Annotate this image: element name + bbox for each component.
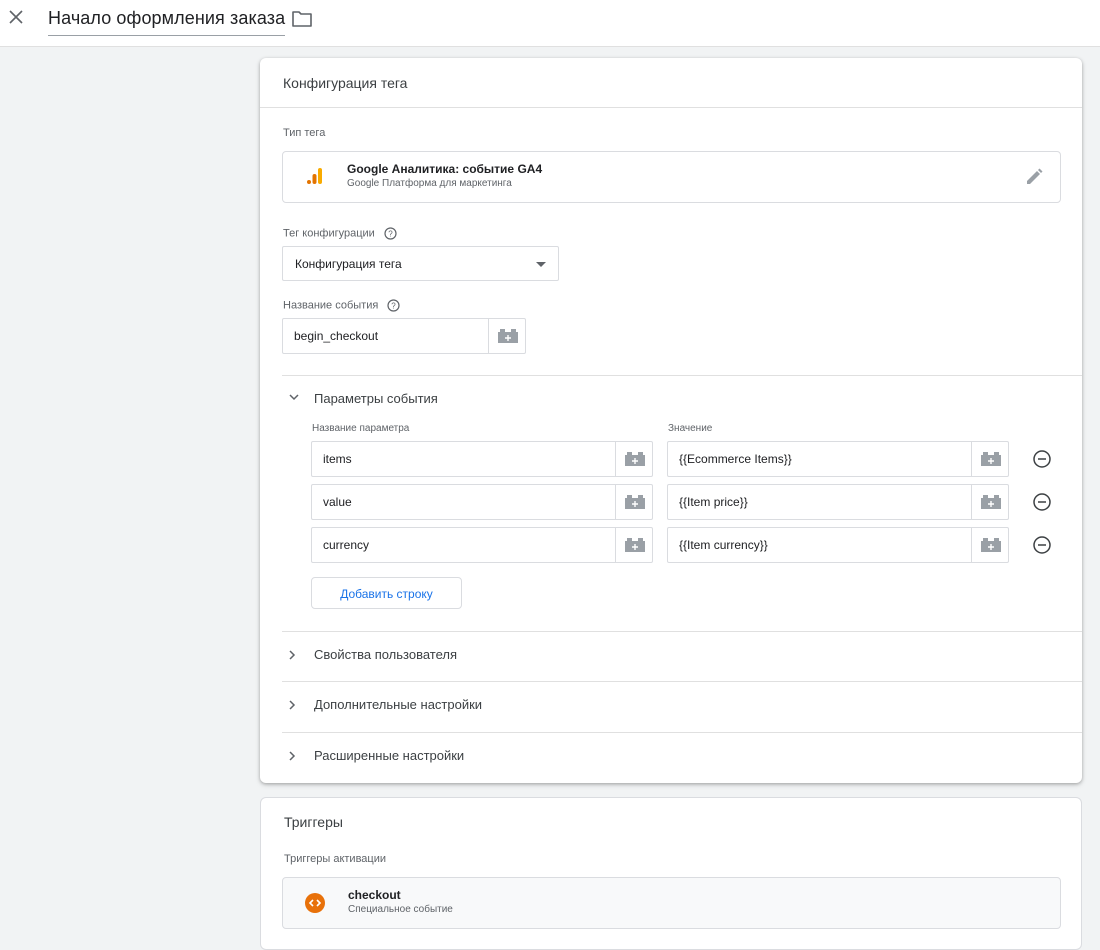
variable-block-icon[interactable]: [971, 528, 1008, 562]
minus-circle-icon[interactable]: [1033, 536, 1051, 554]
variable-block-icon[interactable]: [615, 485, 652, 519]
config-tag-select-value: Конфигурация тега: [295, 257, 402, 271]
trigger-type: Специальное событие: [348, 904, 453, 915]
param-name-value: value: [323, 495, 352, 509]
help-circle-icon[interactable]: ?: [384, 227, 397, 240]
pencil-icon[interactable]: [1024, 167, 1044, 187]
variable-block-icon[interactable]: [615, 442, 652, 476]
divider: [282, 732, 1082, 733]
param-name-field[interactable]: currency: [311, 527, 653, 563]
param-name-field[interactable]: items: [311, 441, 653, 477]
chevron-right-icon: [289, 700, 296, 710]
custom-event-icon: [305, 893, 325, 913]
divider: [282, 681, 1082, 682]
param-name-field[interactable]: value: [311, 484, 653, 520]
param-value-field[interactable]: {{Item currency}}: [667, 527, 1009, 563]
additional-settings-label: Дополнительные настройки: [314, 697, 483, 712]
variable-block-icon[interactable]: [615, 528, 652, 562]
user-properties-toggle[interactable]: Свойства пользователя: [282, 643, 1082, 667]
minus-circle-icon[interactable]: [1033, 493, 1051, 511]
divider: [282, 375, 1082, 376]
folder-icon[interactable]: [291, 10, 313, 28]
divider: [282, 631, 1082, 632]
param-value-field[interactable]: {{Ecommerce Items}}: [667, 441, 1009, 477]
event-params-label: Параметры события: [314, 391, 438, 406]
param-value-text: {{Item price}}: [679, 495, 748, 509]
event-name-field[interactable]: begin_checkout: [282, 318, 526, 354]
tag-configuration-card: Конфигурация тега Тип тега Google Аналит…: [260, 58, 1082, 783]
help-circle-icon[interactable]: ?: [387, 299, 400, 312]
close-icon[interactable]: [6, 7, 26, 27]
chevron-right-icon: [289, 650, 296, 660]
advanced-settings-label: Расширенные настройки: [314, 748, 465, 763]
triggers-card: Триггеры Триггеры активации checkout Спе…: [260, 797, 1082, 950]
tag-type-name: Google Аналитика: событие GA4: [347, 162, 543, 176]
chevron-right-icon: [289, 751, 296, 761]
config-tag-label: Тег конфигурации ?: [283, 227, 397, 240]
tag-type-subtitle: Google Платформа для маркетинга: [347, 178, 512, 189]
firing-triggers-label: Триггеры активации: [284, 853, 387, 865]
config-tag-select[interactable]: Конфигурация тега: [282, 246, 559, 281]
param-name-column-header: Название параметра: [312, 423, 410, 434]
event-params-toggle[interactable]: Параметры события: [282, 387, 1082, 411]
card-title: Конфигурация тега: [260, 58, 1082, 108]
param-value-column-header: Значение: [668, 423, 713, 434]
chevron-down-icon: [289, 394, 299, 401]
advanced-settings-toggle[interactable]: Расширенные настройки: [282, 744, 1082, 768]
page-title[interactable]: Начало оформления заказа: [48, 8, 286, 36]
svg-text:?: ?: [388, 230, 393, 239]
trigger-name: checkout: [348, 888, 401, 902]
param-name-value: items: [323, 452, 352, 466]
event-name-value: begin_checkout: [294, 329, 379, 343]
minus-circle-icon[interactable]: [1033, 450, 1051, 468]
user-properties-label: Свойства пользователя: [314, 647, 458, 662]
variable-block-icon[interactable]: [971, 485, 1008, 519]
dropdown-arrow-icon: [536, 262, 546, 267]
additional-settings-toggle[interactable]: Дополнительные настройки: [282, 693, 1082, 717]
trigger-item[interactable]: checkout Специальное событие: [282, 877, 1061, 929]
tag-type-selector[interactable]: Google Аналитика: событие GA4 Google Пла…: [282, 151, 1061, 203]
top-bar: Начало оформления заказа: [0, 0, 1100, 47]
variable-block-icon[interactable]: [971, 442, 1008, 476]
google-analytics-icon: [307, 168, 322, 184]
param-value-text: {{Ecommerce Items}}: [679, 452, 792, 466]
event-name-label: Название события ?: [283, 299, 400, 312]
param-value-text: {{Item currency}}: [679, 538, 768, 552]
tag-type-label: Тип тега: [283, 127, 326, 139]
triggers-title: Триггеры: [284, 814, 343, 830]
param-value-field[interactable]: {{Item price}}: [667, 484, 1009, 520]
param-name-value: currency: [323, 538, 370, 552]
variable-block-icon[interactable]: [488, 319, 525, 353]
svg-text:?: ?: [392, 302, 397, 311]
config-tag-label-text: Тег конфигурации: [283, 227, 375, 240]
add-row-button[interactable]: Добавить строку: [311, 577, 462, 609]
event-name-label-text: Название события: [283, 299, 379, 312]
